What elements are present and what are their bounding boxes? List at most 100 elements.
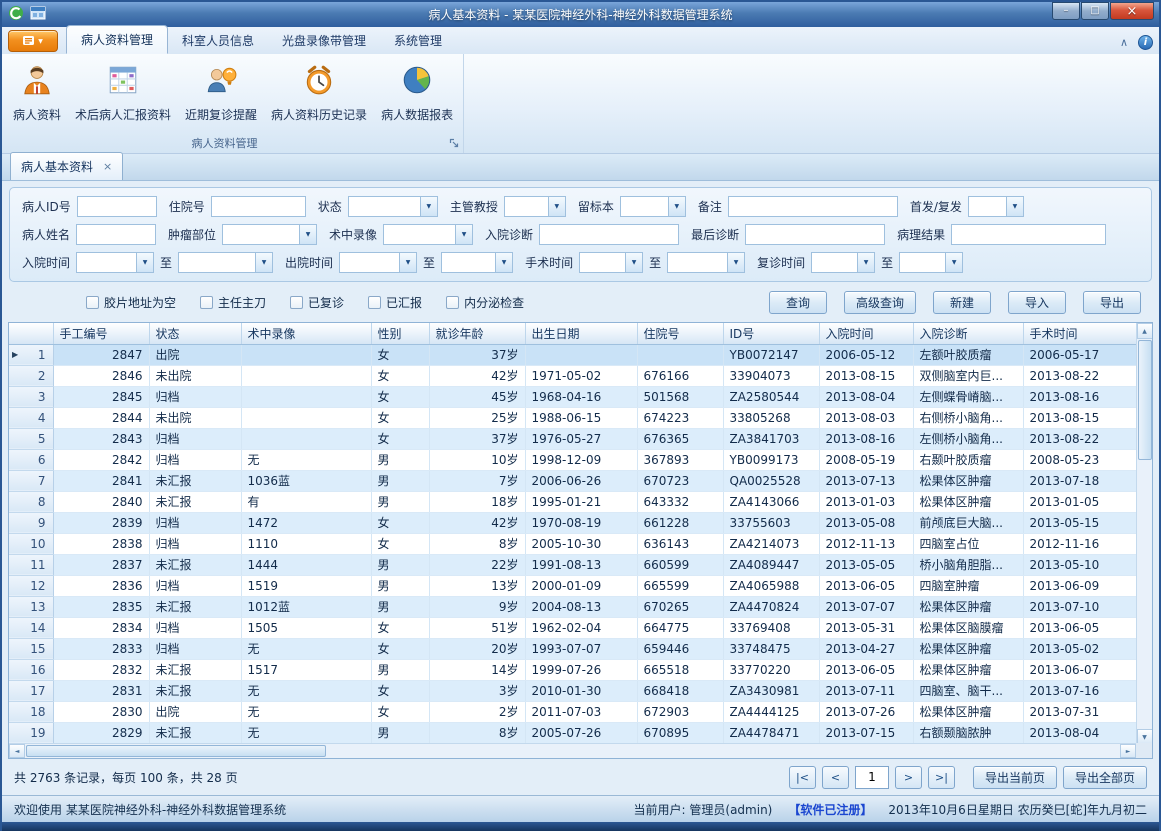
new-button[interactable]: 新建 [933,291,991,314]
grid-cell[interactable]: 松果体区肿瘤 [913,491,1023,512]
grid-cell[interactable]: 男 [371,449,429,470]
grid-cell[interactable]: 男 [371,596,429,617]
grid-cell[interactable]: 归档 [149,533,241,554]
tab-patient-basic-data[interactable]: 病人基本资料 × [10,152,123,180]
grid-cell[interactable]: 未出院 [149,365,241,386]
grid-cell[interactable]: 2岁 [429,701,525,722]
table-row[interactable]: 192829未汇报无男8岁2005-07-26670895ZA447847120… [9,722,1139,743]
query-button[interactable]: 查询 [769,291,827,314]
page-number-input[interactable] [855,766,889,789]
grid-cell[interactable]: YB0099173 [723,449,819,470]
grid-cell[interactable]: 18岁 [429,491,525,512]
first-relapse-select[interactable]: ▼ [968,196,1024,217]
grid-cell[interactable]: 2013-05-02 [1023,638,1139,659]
grid-cell[interactable]: 1976-05-27 [525,428,637,449]
grid-cell[interactable]: 女 [371,701,429,722]
grid-cell[interactable]: 2013-08-16 [819,428,913,449]
scroll-up-icon[interactable]: ▲ [1137,323,1153,339]
chevron-down-icon[interactable]: ▼ [136,253,153,272]
grid-cell[interactable]: 右侧桥小脑角... [913,407,1023,428]
grid-cell[interactable]: 676365 [637,428,723,449]
status-select[interactable]: ▼ [348,196,438,217]
grid-cell[interactable]: 2013-07-18 [1023,470,1139,491]
grid-cell[interactable] [241,428,371,449]
surgery-time-to-select[interactable]: ▼ [667,252,745,273]
row-indicator[interactable]: 7 [9,470,53,491]
grid-cell[interactable]: 33748475 [723,638,819,659]
grid-cell[interactable]: 女 [371,617,429,638]
grid-cell[interactable]: 出院 [149,344,241,365]
grid-cell[interactable]: 2838 [53,533,149,554]
grid-cell[interactable]: 2013-07-26 [819,701,913,722]
grid-cell[interactable]: 2835 [53,596,149,617]
grid-cell[interactable]: 37岁 [429,428,525,449]
grid-cell[interactable]: 女 [371,680,429,701]
patient-history-button[interactable]: 病人资料历史记录 [264,57,374,135]
grid-cell[interactable]: 右颞叶胶质瘤 [913,449,1023,470]
grid-cell[interactable]: 归档 [149,512,241,533]
grid-cell[interactable]: 2013-08-15 [819,365,913,386]
grid-cell[interactable]: 2013-08-22 [1023,365,1139,386]
table-row[interactable]: 82840未汇报有男18岁1995-01-21643332ZA414306620… [9,491,1139,512]
column-header[interactable]: 入院时间 [819,323,913,344]
grid-cell[interactable]: 3岁 [429,680,525,701]
grid-cell[interactable]: 2010-01-30 [525,680,637,701]
grid-cell[interactable]: 2844 [53,407,149,428]
grid-cell[interactable]: 右额颞脑脓肿 [913,722,1023,743]
grid-cell[interactable]: 643332 [637,491,723,512]
grid-cell[interactable]: 1968-04-16 [525,386,637,407]
grid-cell[interactable]: 1970-08-19 [525,512,637,533]
info-icon[interactable]: i [1138,35,1153,50]
specimen-select[interactable]: ▼ [620,196,686,217]
grid-cell[interactable]: 松果体区肿瘤 [913,701,1023,722]
grid-cell[interactable]: 1993-07-07 [525,638,637,659]
chevron-down-icon[interactable]: ▼ [299,225,316,244]
checkbox-icon[interactable] [446,296,459,309]
grid-cell[interactable]: 男 [371,659,429,680]
grid-cell[interactable]: 2013-07-07 [819,596,913,617]
grid-cell[interactable]: 归档 [149,386,241,407]
grid-cell[interactable]: 男 [371,722,429,743]
grid-cell[interactable]: 2832 [53,659,149,680]
table-row[interactable]: 42844未出院女25岁1988-06-15674223338052682013… [9,407,1139,428]
grid-cell[interactable]: 未汇报 [149,470,241,491]
grid-cell[interactable]: 1998-12-09 [525,449,637,470]
grid-cell[interactable]: 女 [371,428,429,449]
table-row[interactable]: 132835未汇报1012蓝男9岁2004-08-13670265ZA44708… [9,596,1139,617]
grid-cell[interactable]: 2006-06-26 [525,470,637,491]
grid-cell[interactable]: 2846 [53,365,149,386]
chevron-down-icon[interactable]: ▼ [857,253,874,272]
grid-cell[interactable]: 2845 [53,386,149,407]
grid-cell[interactable]: 左额叶胶质瘤 [913,344,1023,365]
grid-cell[interactable]: 2012-11-13 [819,533,913,554]
grid-cell[interactable]: 33755603 [723,512,819,533]
grid-cell[interactable]: 1012蓝 [241,596,371,617]
chevron-down-icon[interactable]: ▼ [945,253,962,272]
grid-cell[interactable]: 2013-01-05 [1023,491,1139,512]
row-indicator[interactable]: 16 [9,659,53,680]
revisit-time-to-select[interactable]: ▼ [899,252,963,273]
grid-cell[interactable]: 8岁 [429,533,525,554]
grid-cell[interactable]: 2840 [53,491,149,512]
quick-access-icon[interactable] [30,6,46,23]
grid-cell[interactable]: 2013-07-16 [1023,680,1139,701]
next-page-button[interactable]: > [895,766,922,789]
grid-cell[interactable]: 2836 [53,575,149,596]
grid-cell[interactable]: 2843 [53,428,149,449]
row-indicator[interactable]: 14 [9,617,53,638]
grid-cell[interactable]: 33769408 [723,617,819,638]
scroll-left-icon[interactable]: ◄ [9,744,25,758]
grid-cell[interactable]: 2013-06-05 [819,659,913,680]
grid-cell[interactable]: 670723 [637,470,723,491]
grid-cell[interactable]: 未汇报 [149,554,241,575]
grid-cell[interactable]: 1988-06-15 [525,407,637,428]
grid-cell[interactable]: 664775 [637,617,723,638]
column-header[interactable]: 就诊年龄 [429,323,525,344]
grid-cell[interactable] [241,407,371,428]
grid-cell[interactable] [241,365,371,386]
grid-cell[interactable] [525,344,637,365]
grid-cell[interactable]: 四脑室肿瘤 [913,575,1023,596]
column-header[interactable]: 术中录像 [241,323,371,344]
horizontal-scrollbar[interactable]: ◄ ► [9,743,1136,758]
grid-cell[interactable]: 未汇报 [149,596,241,617]
